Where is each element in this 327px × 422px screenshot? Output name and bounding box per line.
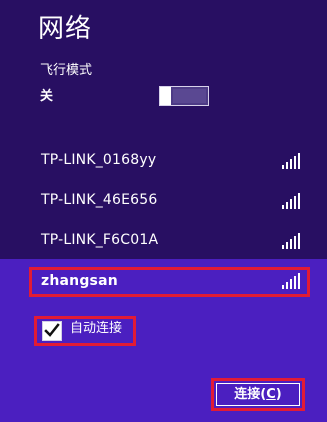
- connect-button-suffix: ): [275, 387, 282, 402]
- network-name: TP-LINK_0168yy: [41, 152, 157, 168]
- wifi-signal-icon: [282, 193, 302, 209]
- network-name: TP-LINK_46E656: [41, 192, 158, 208]
- airplane-mode-state: 关: [40, 89, 54, 104]
- connect-button-prefix: 连接(: [234, 387, 267, 402]
- connect-button[interactable]: 连接(C): [216, 383, 300, 406]
- network-item-zhangsan[interactable]: zhangsan: [0, 263, 327, 299]
- page-title: 网络: [38, 14, 93, 44]
- airplane-mode-label: 飞行模式: [40, 63, 93, 78]
- network-item-tp-link-46e656[interactable]: TP-LINK_46E656: [0, 182, 327, 218]
- airplane-mode-toggle-track: [173, 89, 206, 103]
- auto-connect-checkbox[interactable]: [42, 321, 62, 341]
- network-item-tp-link-f6c01a[interactable]: TP-LINK_F6C01A: [0, 222, 327, 258]
- airplane-mode-toggle[interactable]: [159, 86, 209, 106]
- wifi-signal-icon: [282, 273, 302, 289]
- network-item-tp-link-0168yy[interactable]: TP-LINK_0168yy: [0, 142, 327, 178]
- wifi-signal-icon: [282, 233, 302, 249]
- auto-connect-label: 自动连接: [70, 321, 123, 336]
- network-name: TP-LINK_F6C01A: [41, 232, 159, 248]
- wifi-signal-icon: [282, 153, 302, 169]
- connect-button-mnemonic: C: [266, 387, 276, 402]
- checkmark-icon: [44, 323, 60, 337]
- network-flyout-panel: 网络 飞行模式 关 TP-LINK_0168yy TP-LINK_46E656 …: [0, 0, 327, 422]
- airplane-mode-toggle-knob: [160, 87, 171, 105]
- network-name: zhangsan: [41, 273, 118, 289]
